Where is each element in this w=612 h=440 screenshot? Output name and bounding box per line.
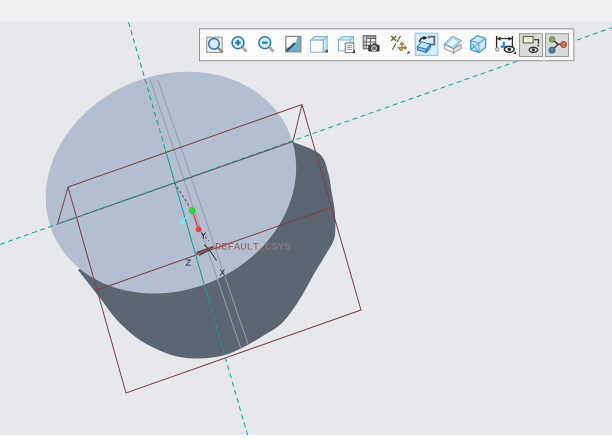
svg-text:X: X [220,268,226,279]
svg-text:DEFAULT: DEFAULT [215,242,259,254]
svg-text:Y: Y [201,231,207,242]
svg-text:Z: Z [186,258,192,269]
svg-text:_CSYS: _CSYS [258,242,291,254]
